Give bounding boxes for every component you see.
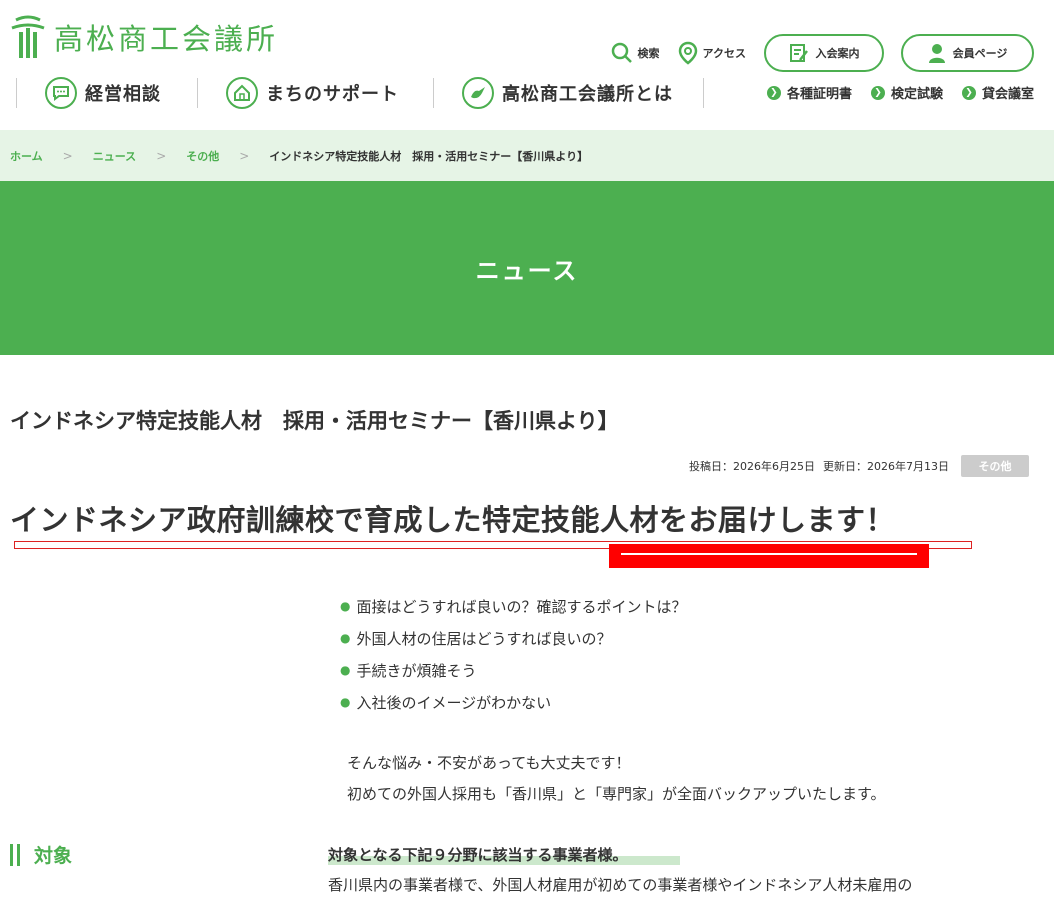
- gnav-consulting[interactable]: 経営相談: [45, 77, 161, 109]
- posted-date: 投稿日：2026年6月25日: [689, 460, 815, 473]
- page-banner: ニュース: [0, 181, 1054, 355]
- subnav-meeting-rooms[interactable]: ❯ 貸会議室: [961, 83, 1034, 102]
- reassurance-text: そんな悩み・不安があっても大丈夫です！ 初めての外国人採用も「香川県」と「専門家…: [347, 748, 886, 810]
- list-item-text: 入社後のイメージがわかない: [356, 693, 552, 712]
- banner-title: ニュース: [475, 256, 579, 285]
- article-meta: 投稿日：2026年6月25日 更新日：2026年7月13日 その他: [681, 455, 1029, 477]
- person-icon: [928, 44, 945, 63]
- updated-date: 更新日：2026年7月13日: [823, 460, 949, 473]
- chat-bubble-icon: [45, 77, 77, 109]
- gnav-town-support[interactable]: まちのサポート: [226, 77, 399, 109]
- bullet-icon: ●: [340, 599, 351, 613]
- reassurance-line: そんな悩み・不安があっても大丈夫です！: [347, 754, 631, 772]
- list-item-text: 手続きが煩雑そう: [356, 661, 477, 680]
- search-icon: [611, 42, 632, 63]
- breadcrumb-separator: >: [62, 148, 73, 163]
- join-label: 入会案内: [815, 47, 860, 60]
- member-page-button[interactable]: 会員ページ: [901, 34, 1034, 72]
- chevron-right-icon: ❯: [766, 85, 781, 100]
- sub-nav: ❯ 各種証明書 ❯ 検定試験 ❯ 貸会議室: [748, 83, 1034, 102]
- map-pin-icon: [678, 41, 697, 65]
- list-item-text: 外国人材の住居はどうすれば良いの？: [356, 629, 612, 648]
- global-nav: 経営相談 まちのサポート 高松商工会議所とは: [0, 76, 704, 110]
- house-icon: [226, 77, 258, 109]
- access-link[interactable]: アクセス: [678, 41, 746, 65]
- headline-highlight-bar: [609, 544, 929, 568]
- subnav-certificates-label: 各種証明書: [786, 87, 852, 102]
- gnav-about-label: 高松商工会議所とは: [502, 84, 673, 105]
- form-icon: [789, 44, 808, 62]
- bird-icon: [462, 77, 494, 109]
- logo-mark-icon: [10, 14, 46, 60]
- subnav-certificates[interactable]: ❯ 各種証明書: [766, 83, 852, 102]
- search-label: 検索: [637, 47, 660, 60]
- breadcrumb-home[interactable]: ホーム: [10, 148, 43, 164]
- list-item: ● 入社後のイメージがわかない: [340, 686, 687, 718]
- breadcrumb-other[interactable]: その他: [186, 148, 219, 164]
- site-logo[interactable]: 高松商工会議所: [10, 14, 278, 60]
- chevron-right-icon: ❯: [870, 85, 885, 100]
- target-body: 香川県内の事業者様で、外国人材雇用が初めての事業者様やインドネシア人材未雇用の: [328, 876, 913, 894]
- subnav-meeting-rooms-label: 貸会議室: [981, 87, 1034, 102]
- highlight-bar-inner-line: [621, 553, 917, 555]
- site-header: 高松商工会議所 検索 アクセス 入会案内 会員ページ 経営相談 まちのサポート …: [0, 0, 1054, 130]
- chevron-right-icon: ❯: [961, 85, 976, 100]
- gnav-town-support-label: まちのサポート: [266, 84, 399, 105]
- bullet-icon: ●: [340, 631, 351, 645]
- utility-nav: 検索 アクセス 入会案内 会員ページ: [611, 34, 1034, 72]
- breadcrumb-separator: >: [239, 148, 250, 163]
- search-link[interactable]: 検索: [611, 42, 660, 64]
- nav-divider: [197, 78, 198, 108]
- subnav-exams[interactable]: ❯ 検定試験: [870, 83, 943, 102]
- list-item: ● 外国人材の住居はどうすれば良いの？: [340, 622, 687, 654]
- bullet-icon: ●: [340, 695, 351, 709]
- article-title: インドネシア特定技能人材 採用・活用セミナー【香川県より】: [10, 409, 619, 433]
- gnav-about[interactable]: 高松商工会議所とは: [462, 77, 673, 109]
- nav-divider: [16, 78, 17, 108]
- logo-text: 高松商工会議所: [54, 22, 279, 56]
- double-bar-icon: [10, 843, 24, 866]
- reassurance-line: 初めての外国人採用も「香川県」と「専門家」が全面バックアップいたします。: [347, 785, 886, 803]
- member-label: 会員ページ: [952, 47, 1008, 60]
- access-label: アクセス: [702, 47, 746, 60]
- subnav-exams-label: 検定試験: [890, 87, 943, 102]
- breadcrumb: ホーム > ニュース > その他 > インドネシア特定技能人材 採用・活用セミナ…: [0, 130, 1054, 181]
- section-heading-target: 対象: [10, 841, 72, 868]
- category-badge[interactable]: その他: [961, 455, 1029, 477]
- article-headline: インドネシア政府訓練校で育成した特定技能人材をお届けします！: [10, 503, 896, 537]
- nav-divider: [703, 78, 704, 108]
- join-button[interactable]: 入会案内: [764, 34, 884, 72]
- target-lead: 対象となる下記９分野に該当する事業者様。: [328, 846, 628, 864]
- gnav-consulting-label: 経営相談: [85, 84, 161, 105]
- section-title: 対象: [34, 845, 73, 867]
- breadcrumb-separator: >: [156, 148, 167, 163]
- breadcrumb-news[interactable]: ニュース: [93, 148, 136, 164]
- list-item: ● 面接はどうすれば良いの？確認するポイントは？: [340, 590, 687, 622]
- breadcrumb-current: インドネシア特定技能人材 採用・活用セミナー【香川県より】: [269, 149, 589, 163]
- nav-divider: [433, 78, 434, 108]
- concerns-list: ● 面接はどうすれば良いの？確認するポイントは？ ● 外国人材の住居はどうすれば良い…: [340, 590, 687, 718]
- bullet-icon: ●: [340, 663, 351, 677]
- list-item-text: 面接はどうすれば良いの？確認するポイントは？: [356, 597, 687, 616]
- list-item: ● 手続きが煩雑そう: [340, 654, 687, 686]
